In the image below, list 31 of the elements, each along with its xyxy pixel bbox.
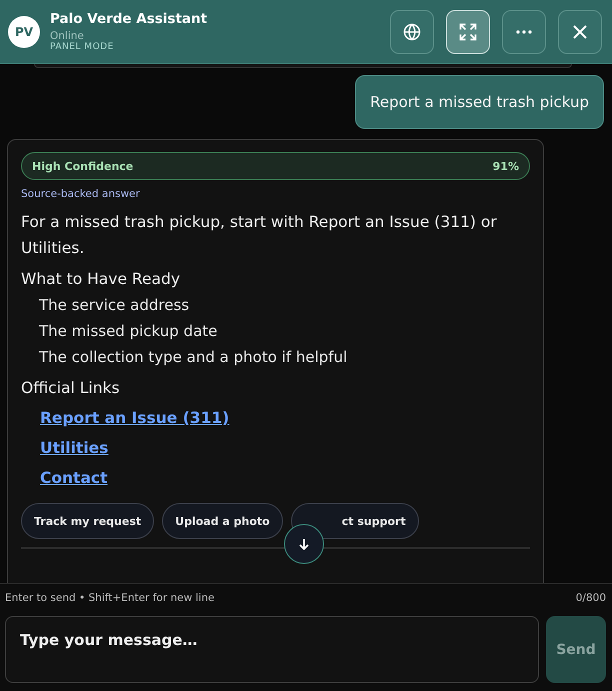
language-button[interactable] [390,10,434,54]
arrow-down-icon [298,538,310,550]
answer-text: For a missed trash pickup, start with Report an Issue (311) or Utilities. [21,212,498,259]
assistant-name: Palo Verde Assistant [50,11,208,27]
globe-icon [403,22,421,40]
official-link[interactable]: Contact [40,463,108,493]
source-note: Source-backed answer [21,188,141,200]
avatar: PV [8,16,40,48]
list-item: The service address [38,295,190,316]
more-icon [516,30,532,34]
expand-button[interactable] [446,10,490,54]
confidence-badge: High Confidence 91% [21,152,530,180]
message-input[interactable]: Type your message… [5,616,539,683]
mode-label: PANEL MODE [50,42,115,52]
list-item: The collection type and a photo if helpful [38,347,348,368]
list-item: The missed pickup date [38,321,218,342]
suggestion-chip[interactable]: ct support [290,503,419,539]
official-link[interactable]: Report an Issue (311) [40,403,230,433]
character-count: 0/800 [576,592,606,604]
keyboard-hint: Enter to send • Shift+Enter for new line [5,592,214,604]
section-heading: Official Links [21,378,121,399]
suggestion-chip[interactable]: Upload a photo [162,503,283,539]
official-link[interactable]: Utilities [40,433,108,463]
send-button[interactable]: Send [546,616,606,683]
expand-icon [458,22,478,42]
section-heading: What to Have Ready [21,269,182,290]
close-icon [572,24,588,40]
close-button[interactable] [558,10,602,54]
suggestion-chip[interactable]: Track my request [21,503,154,539]
user-message: Report a missed trash pickup [355,75,604,129]
status-text: Online [50,30,85,42]
